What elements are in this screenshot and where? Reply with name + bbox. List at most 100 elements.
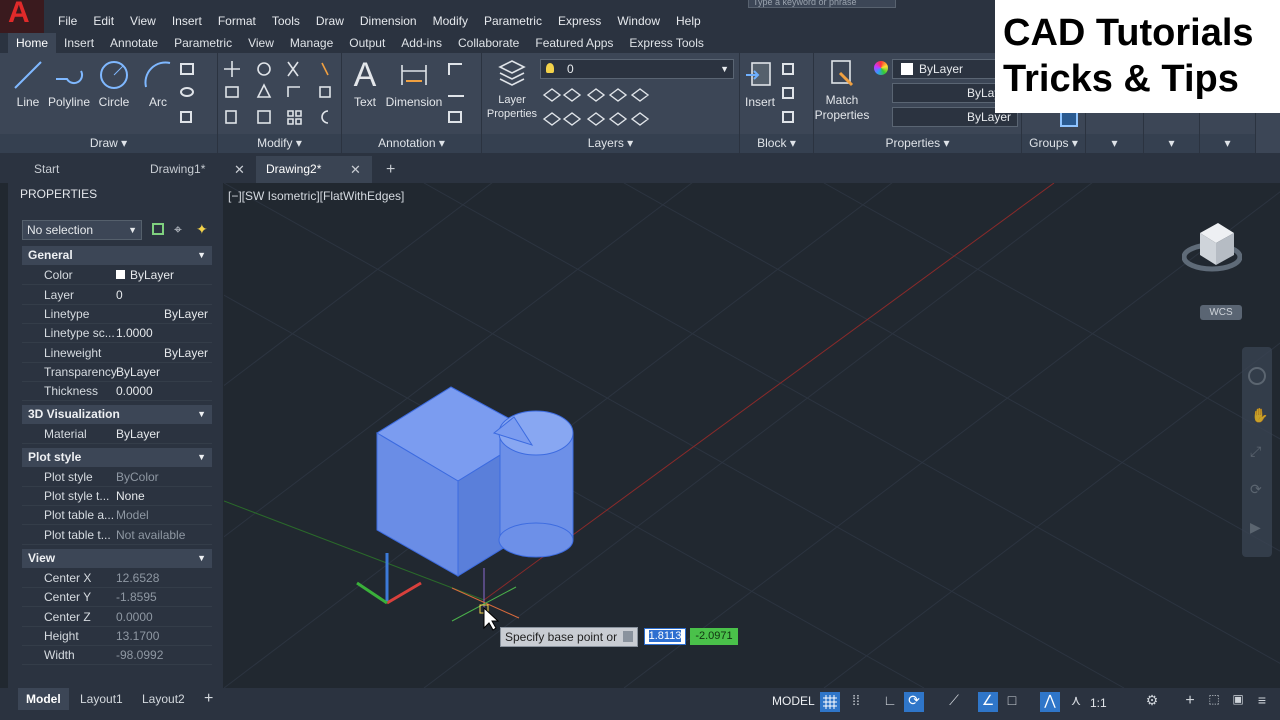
prop-row-height[interactable]: Height 13.1700 <box>22 627 212 646</box>
layers-panel-title[interactable]: Layers ▾ <box>482 134 739 153</box>
prop-row-plot-style[interactable]: Plot style ByColor <box>22 468 212 487</box>
prop-row-thickness[interactable]: Thickness 0.0000 <box>22 382 212 401</box>
prop-row-linetype-scale[interactable]: Linetype sc... 1.0000 <box>22 324 212 343</box>
prop-row-material[interactable]: Material ByLayer <box>22 425 212 444</box>
model-space-button[interactable]: MODEL <box>772 694 815 708</box>
line-tool[interactable]: Line <box>10 59 46 109</box>
tab-drawing1[interactable]: Drawing1* ✕ <box>140 156 250 183</box>
object-snap-tracking-icon[interactable]: ∠ <box>978 692 998 712</box>
menu-window[interactable]: Window <box>609 14 668 28</box>
insert-tool[interactable]: Insert <box>742 59 778 109</box>
steering-wheel-icon[interactable] <box>1248 367 1266 385</box>
drawing-viewport[interactable]: [−][SW Isometric][FlatWithEdges] WCS <box>224 183 1280 688</box>
viewcube[interactable] <box>1181 211 1243 275</box>
modify-panel-title[interactable]: Modify ▾ <box>218 134 341 153</box>
draw-panel-title[interactable]: Draw ▾ <box>0 134 217 153</box>
viewport-controls-label[interactable]: [−][SW Isometric][FlatWithEdges] <box>228 189 404 203</box>
search-input[interactable]: Type a keyword or phrase <box>748 0 896 8</box>
match-properties-tool[interactable]: Match Properties <box>814 59 870 123</box>
rectangle-icon[interactable] <box>180 63 194 75</box>
annotation-scale[interactable]: 1:1 <box>1090 696 1107 710</box>
tab-home[interactable]: Home <box>8 33 57 53</box>
section-plot-style[interactable]: Plot style ▼ <box>22 448 212 467</box>
modify-tools-icons[interactable] <box>224 59 334 129</box>
annotation-visibility-icon[interactable]: ⋀ <box>1040 692 1060 712</box>
down-arrow-icon[interactable] <box>623 631 633 642</box>
3d-solid-cylinder[interactable] <box>492 410 574 558</box>
leader-icon[interactable] <box>448 87 464 97</box>
prop-row-width[interactable]: Width -98.0992 <box>22 646 212 665</box>
groups-panel-title[interactable]: Groups ▾ <box>1022 134 1085 153</box>
tab-parametric[interactable]: Parametric <box>166 33 240 53</box>
section-general[interactable]: General ▼ <box>22 246 212 265</box>
hatch-icon[interactable] <box>180 111 192 123</box>
tab-model[interactable]: Model <box>18 688 69 710</box>
prop-row-plot-table-attached[interactable]: Plot table a... Model <box>22 506 212 525</box>
tab-layout1[interactable]: Layout1 <box>72 688 131 710</box>
edit-block-icon[interactable] <box>782 87 794 99</box>
polar-tracking-icon[interactable]: ⟳ <box>904 692 924 712</box>
tab-annotate[interactable]: Annotate <box>102 33 166 53</box>
tab-view[interactable]: View <box>240 33 282 53</box>
menu-help[interactable]: Help <box>668 14 709 28</box>
tab-layout2[interactable]: Layout2 <box>134 688 193 710</box>
new-tab-plus-icon[interactable]: + <box>376 156 400 183</box>
close-icon[interactable]: ✕ <box>350 156 361 183</box>
annotation-panel-title[interactable]: Annotation ▾ <box>342 134 481 153</box>
isodraft-icon[interactable]: ⟋ <box>944 692 964 712</box>
prop-row-center-y[interactable]: Center Y -1.8595 <box>22 588 212 607</box>
pan-hand-icon[interactable]: ✋ <box>1251 407 1268 424</box>
prop-row-layer[interactable]: Layer 0 <box>22 286 212 305</box>
prop-row-center-z[interactable]: Center Z 0.0000 <box>22 608 212 627</box>
polyline-tool[interactable]: Polyline <box>46 59 92 109</box>
dimension-tool[interactable]: Dimension <box>384 59 444 109</box>
prop-row-plot-table-type[interactable]: Plot table t... Not available <box>22 526 212 545</box>
app-menu-button[interactable]: A <box>0 0 44 33</box>
group-icon[interactable] <box>1060 111 1078 127</box>
showmotion-icon[interactable]: ▶ <box>1250 519 1261 536</box>
toggle-pickadd-icon[interactable] <box>152 223 164 235</box>
tab-drawing2[interactable]: Drawing2* ✕ <box>256 156 372 183</box>
prop-row-linetype[interactable]: Linetype ByLayer <box>22 305 212 324</box>
menu-view[interactable]: View <box>122 14 164 28</box>
select-objects-icon[interactable]: ⌖ <box>174 221 182 238</box>
tab-featured-apps[interactable]: Featured Apps <box>527 33 621 53</box>
prop-row-lineweight[interactable]: Lineweight ByLayer <box>22 344 212 363</box>
hardware-acceleration-icon[interactable]: ⬚ <box>1204 692 1224 712</box>
arc-tool[interactable]: Arc <box>140 59 176 109</box>
dynamic-input-y[interactable]: -2.0971 <box>690 628 738 645</box>
menu-parametric[interactable]: Parametric <box>476 14 550 28</box>
prop-row-transparency[interactable]: Transparency ByLayer <box>22 363 212 382</box>
tab-addins[interactable]: Add-ins <box>393 33 450 53</box>
tab-insert[interactable]: Insert <box>56 33 102 53</box>
object-snap-icon[interactable]: □ <box>1002 692 1022 712</box>
tab-manage[interactable]: Manage <box>282 33 341 53</box>
quick-select-icon[interactable]: ✦ <box>196 221 208 238</box>
navigation-bar[interactable]: ✋ ⤢ ⟳ ▶ <box>1242 347 1272 557</box>
tab-output[interactable]: Output <box>341 33 393 53</box>
close-icon[interactable]: ✕ <box>234 156 245 183</box>
new-layout-plus-icon[interactable]: + <box>196 688 221 710</box>
menu-format[interactable]: Format <box>210 14 264 28</box>
color-wheel-icon[interactable] <box>874 61 888 75</box>
wcs-menu[interactable]: WCS <box>1200 305 1242 320</box>
ellipse-icon[interactable] <box>180 87 194 97</box>
gear-icon[interactable]: ⚙ <box>1142 692 1162 712</box>
tab-collaborate[interactable]: Collaborate <box>450 33 527 53</box>
menu-edit[interactable]: Edit <box>85 14 122 28</box>
selection-dropdown[interactable]: No selection ▼ <box>22 220 142 240</box>
layer-properties-tool[interactable]: Layer Properties <box>486 59 538 121</box>
menu-express[interactable]: Express <box>550 14 609 28</box>
table-icon[interactable] <box>448 111 462 123</box>
edit-attributes-icon[interactable] <box>782 111 794 123</box>
ortho-icon[interactable]: ∟ <box>880 692 900 712</box>
tab-express-tools[interactable]: Express Tools <box>621 33 711 53</box>
menu-dimension[interactable]: Dimension <box>352 14 425 28</box>
layer-dropdown[interactable]: 0 ▼ <box>540 59 734 79</box>
prop-row-center-x[interactable]: Center X 12.6528 <box>22 569 212 588</box>
menu-file[interactable]: File <box>50 14 85 28</box>
dynamic-input-x[interactable]: 1.8113 <box>644 628 686 645</box>
autoscale-icon[interactable]: ⋏ <box>1066 692 1086 712</box>
menu-modify[interactable]: Modify <box>425 14 476 28</box>
section-3d-visualization[interactable]: 3D Visualization ▼ <box>22 405 212 424</box>
